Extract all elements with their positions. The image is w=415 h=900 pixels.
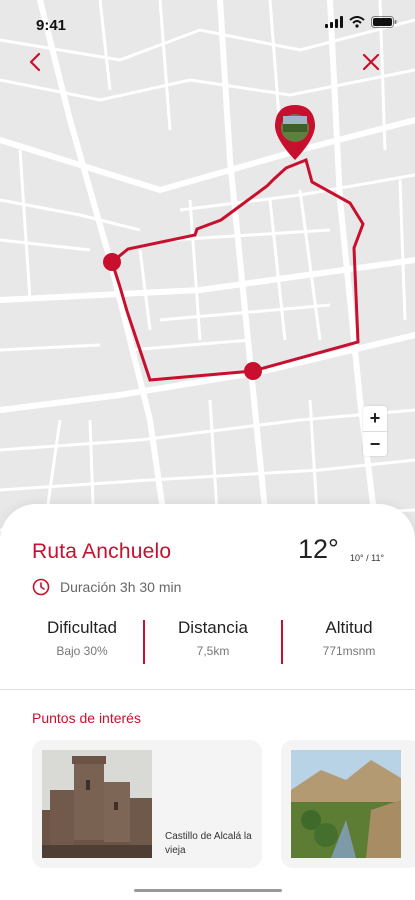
poi-caption: Castillo de Alcalá la vieja (165, 831, 252, 856)
zoom-in-button[interactable]: + (363, 406, 387, 431)
route-point-west (103, 253, 121, 271)
stat-label: Distancia (178, 618, 248, 637)
stat-label: Dificultad (47, 618, 117, 637)
poi-section-title: Puntos de interés (32, 710, 141, 726)
signal-icon (325, 16, 343, 28)
temperature: 12° (298, 534, 339, 564)
route-point-south (244, 362, 262, 380)
route-detail-screen: + − 9:41 Ruta Anchuelo 12° 10° / 11° Dur… (0, 0, 415, 900)
clock-icon (32, 578, 50, 596)
back-chevron-icon (29, 52, 41, 72)
stat-difficulty: Dificultad Bajo 30% (17, 618, 147, 658)
stat-value: Bajo 30% (56, 644, 108, 658)
stat-divider (281, 620, 283, 664)
route-info-sheet: Ruta Anchuelo 12° 10° / 11° Duración 3h … (0, 504, 415, 900)
stat-label: Altitud (325, 618, 373, 637)
route-stats: Dificultad Bajo 30% Distancia 7,5km Alti… (0, 618, 415, 668)
section-divider (0, 689, 415, 690)
map-canvas (0, 0, 415, 560)
wifi-icon (349, 16, 365, 28)
stat-divider (143, 620, 145, 664)
stat-altitude: Altitud 771msnm (284, 618, 414, 658)
status-time: 9:41 (36, 17, 67, 34)
poi-card[interactable] (281, 740, 415, 868)
status-bar: 9:41 (0, 0, 415, 44)
home-indicator (134, 889, 282, 892)
close-button[interactable] (361, 52, 389, 80)
map-zoom-control: + − (363, 406, 387, 456)
route-title: Ruta Anchuelo (32, 540, 172, 563)
back-button[interactable] (28, 52, 56, 80)
duration-text: Duración 3h 30 min (60, 579, 182, 595)
battery-icon (371, 16, 397, 28)
stat-distance: Distancia 7,5km (148, 618, 278, 658)
route-duration: Duración 3h 30 min (32, 578, 181, 596)
poi-card[interactable]: Castillo de Alcalá la vieja (32, 740, 262, 868)
status-icons (325, 16, 397, 28)
route-map[interactable]: + − (0, 0, 415, 560)
poi-photo-castle (42, 750, 152, 858)
stat-value: 7,5km (196, 644, 230, 658)
temperature-range: 10° / 11° (350, 553, 385, 563)
zoom-out-button[interactable]: − (363, 431, 387, 456)
close-icon (362, 53, 380, 71)
stat-value: 771msnm (322, 644, 376, 658)
poi-photo-valley (291, 750, 401, 858)
